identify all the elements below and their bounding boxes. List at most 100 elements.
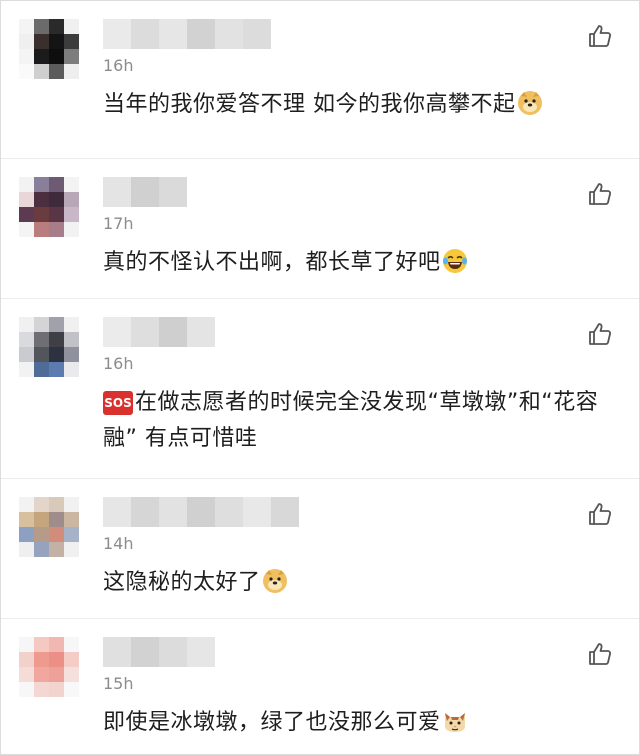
avatar-pixel (49, 347, 64, 362)
username-pixel (103, 19, 131, 49)
avatar-pixel (64, 497, 79, 512)
avatar-pixel (34, 192, 49, 207)
avatar-pixel (49, 362, 64, 377)
avatar-pixel (19, 49, 34, 64)
avatar-pixel (19, 34, 34, 49)
comment-item: 17h 真的不怪认不出啊，都长草了好吧 (1, 159, 639, 299)
avatar-pixel (34, 317, 49, 332)
username-pixel (187, 497, 215, 527)
comment-time: 16h (103, 56, 134, 75)
avatar-pixel (49, 682, 64, 697)
avatar-pixel (64, 64, 79, 79)
avatar-pixel (19, 512, 34, 527)
avatar-pixel (49, 207, 64, 222)
avatar-pixel (19, 497, 34, 512)
avatar-pixel (64, 542, 79, 557)
avatar-pixel (34, 177, 49, 192)
avatar[interactable] (19, 637, 79, 697)
avatar-pixel (19, 207, 34, 222)
avatar-pixel (19, 362, 34, 377)
username-blurred[interactable] (103, 497, 299, 527)
thumbs-up-icon[interactable] (587, 23, 613, 49)
avatar-pixel (49, 317, 64, 332)
avatar-pixel (64, 652, 79, 667)
avatar-pixel (49, 332, 64, 347)
avatar-pixel (19, 332, 34, 347)
avatar-pixel (64, 177, 79, 192)
comment-item: 16h SOS 在做志愿者的时候完全没发现“草墩墩”和“花容融” 有点可惜哇 (1, 299, 639, 479)
username-pixel (159, 317, 187, 347)
avatar-pixel (49, 512, 64, 527)
username-pixel (187, 637, 215, 667)
avatar-pixel (49, 652, 64, 667)
avatar-pixel (64, 222, 79, 237)
avatar-pixel (34, 347, 49, 362)
username-pixel (131, 317, 159, 347)
avatar-pixel (64, 512, 79, 527)
avatar[interactable] (19, 497, 79, 557)
username-pixel (271, 497, 299, 527)
avatar-pixel (34, 527, 49, 542)
avatar-pixel (64, 49, 79, 64)
username-blurred[interactable] (103, 317, 215, 347)
username-blurred[interactable] (103, 177, 187, 207)
avatar[interactable] (19, 19, 79, 79)
username-blurred[interactable] (103, 637, 215, 667)
thumbs-up-icon[interactable] (587, 181, 613, 207)
avatar-pixel (49, 542, 64, 557)
comment-time: 17h (103, 214, 134, 233)
avatar-pixel (19, 317, 34, 332)
avatar-pixel (64, 362, 79, 377)
comment-item: 15h 即使是冰墩墩，绿了也没那么可爱 (1, 619, 639, 754)
avatar-pixel (49, 34, 64, 49)
cat-emoji (444, 713, 465, 732)
thumbs-up-icon[interactable] (587, 321, 613, 347)
doge-emoji (517, 91, 542, 115)
avatar[interactable] (19, 177, 79, 237)
avatar-pixel (34, 652, 49, 667)
avatar-pixel (49, 49, 64, 64)
avatar-pixel (34, 512, 49, 527)
avatar-pixel (64, 34, 79, 49)
username-pixel (103, 317, 131, 347)
laugh-tears-emoji (442, 249, 467, 273)
avatar-pixel (34, 497, 49, 512)
avatar[interactable] (19, 317, 79, 377)
username-pixel (159, 637, 187, 667)
username-pixel (103, 177, 131, 207)
avatar-pixel (64, 332, 79, 347)
avatar-pixel (19, 19, 34, 34)
avatar-pixel (34, 207, 49, 222)
username-blurred[interactable] (103, 19, 271, 49)
username-pixel (103, 637, 131, 667)
avatar-pixel (19, 637, 34, 652)
avatar-pixel (49, 497, 64, 512)
avatar-pixel (64, 682, 79, 697)
username-pixel (131, 497, 159, 527)
thumbs-up-icon[interactable] (587, 641, 613, 667)
username-pixel (159, 19, 187, 49)
username-pixel (131, 177, 159, 207)
avatar-pixel (34, 64, 49, 79)
avatar-pixel (49, 222, 64, 237)
avatar-pixel (34, 34, 49, 49)
comment-item: 16h 当年的我你爱答不理 如今的我你高攀不起 (1, 1, 639, 159)
avatar-pixel (49, 177, 64, 192)
doge-emoji (262, 569, 287, 593)
avatar-pixel (64, 317, 79, 332)
thumbs-up-icon[interactable] (587, 501, 613, 527)
sos-emoji: SOS (103, 391, 133, 415)
avatar-pixel (49, 192, 64, 207)
comment-text: 当年的我你爱答不理 如今的我你高攀不起 (103, 87, 628, 123)
avatar-pixel (19, 177, 34, 192)
avatar-pixel (49, 19, 64, 34)
avatar-pixel (34, 19, 49, 34)
username-pixel (131, 19, 159, 49)
avatar-pixel (19, 667, 34, 682)
avatar-pixel (34, 49, 49, 64)
comment-text: 即使是冰墩墩，绿了也没那么可爱 (103, 705, 628, 741)
avatar-pixel (34, 332, 49, 347)
avatar-pixel (64, 637, 79, 652)
username-pixel (215, 497, 243, 527)
username-pixel (243, 497, 271, 527)
